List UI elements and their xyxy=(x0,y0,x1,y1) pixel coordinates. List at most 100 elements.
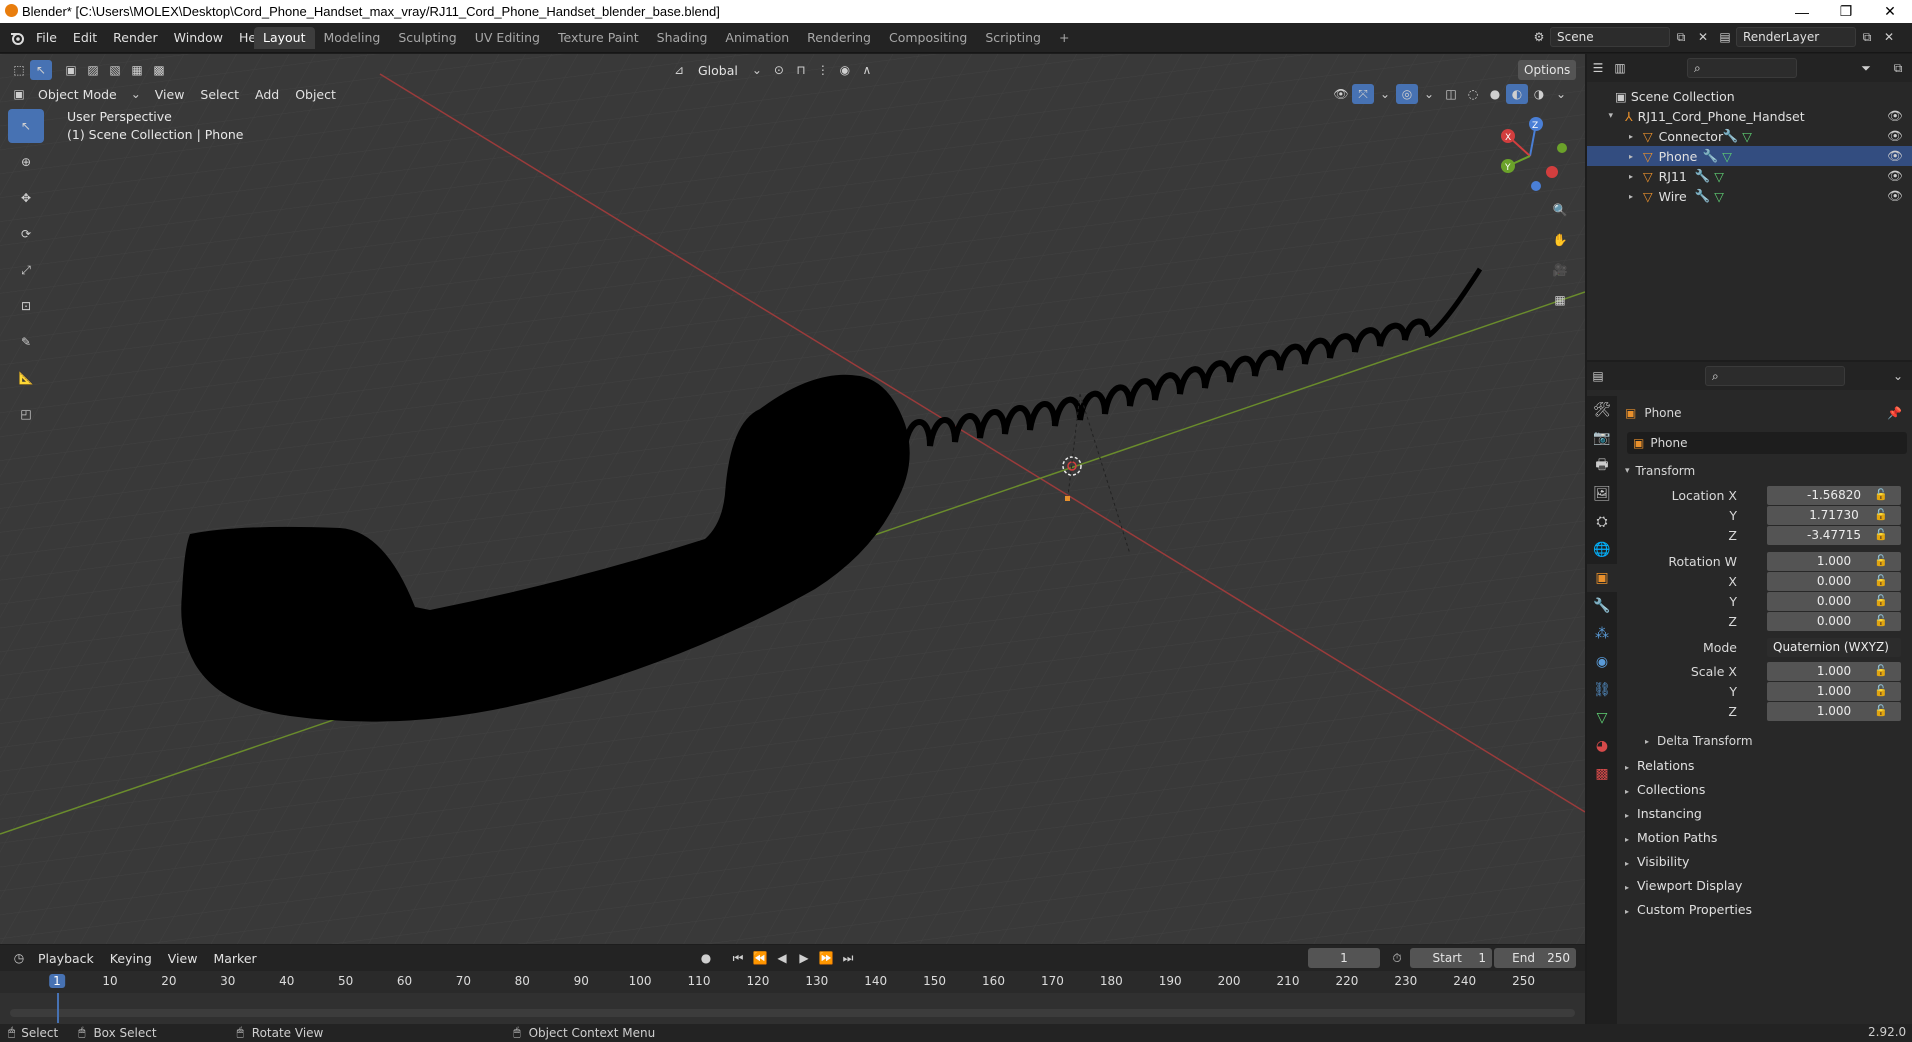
add-cube-tool[interactable]: ◰ xyxy=(8,397,44,431)
new-layer-icon[interactable]: ⧉ xyxy=(1856,27,1878,47)
eye-icon[interactable]: 👁 xyxy=(1887,188,1903,204)
viewport-menu-select[interactable]: Select xyxy=(192,87,247,102)
clock-icon[interactable]: ⏱ xyxy=(1386,948,1408,968)
pivot-point-icon[interactable]: ⊙ xyxy=(768,60,790,80)
play-reverse-icon[interactable]: ◀ xyxy=(771,948,793,968)
constraints-tab-icon[interactable]: ⛓ xyxy=(1587,676,1617,704)
end-frame-field[interactable]: End 250 xyxy=(1494,948,1576,968)
wireframe-shading-icon[interactable]: ◌ xyxy=(1462,84,1484,104)
lock-icon[interactable]: 🔓 xyxy=(1874,528,1888,541)
outliner-scene-collection[interactable]: ▣ Scene Collection xyxy=(1587,86,1912,106)
transform-orientation-icon[interactable]: ⊿ xyxy=(668,60,690,80)
outliner-object-row[interactable]: ▸ ▽ Connector 🔧 ▽ 👁 xyxy=(1587,126,1912,146)
menu-file[interactable]: File xyxy=(28,27,65,49)
section-custom-properties[interactable]: ▸ Custom Properties xyxy=(1625,902,1752,917)
rotation-mode-dropdown[interactable]: Quaternion (WXYZ) xyxy=(1767,638,1901,657)
outliner-editor-icon[interactable]: ☰ xyxy=(1587,58,1609,78)
scene-tab-icon[interactable]: ⛭ xyxy=(1587,508,1617,536)
select-mode-extend-icon[interactable]: ▨ xyxy=(82,60,104,80)
measure-tool[interactable]: 📐 xyxy=(8,361,44,395)
properties-editor-icon[interactable]: ▤ xyxy=(1587,366,1609,386)
data-tab-icon[interactable]: ▽ xyxy=(1587,704,1617,732)
display-mode-icon[interactable]: ▥ xyxy=(1609,58,1631,78)
world-tab-icon[interactable]: 🌐 xyxy=(1587,536,1617,564)
modifier-tab-icon[interactable]: 🔧 xyxy=(1587,592,1617,620)
visibility-icon[interactable]: 👁 xyxy=(1330,84,1352,104)
select-mode-intersect-icon[interactable]: ▩ xyxy=(148,60,170,80)
tool-tab-icon[interactable]: 🛠 xyxy=(1587,396,1617,424)
camera-icon[interactable]: 🎥 xyxy=(1548,256,1572,284)
scene-name-field[interactable]: Scene xyxy=(1550,27,1670,47)
add-workspace-button[interactable]: + xyxy=(1050,27,1078,49)
section-motion-paths[interactable]: ▸ Motion Paths xyxy=(1625,830,1717,845)
lock-icon[interactable]: 🔓 xyxy=(1874,554,1888,567)
outliner-search-input[interactable]: ⌕ xyxy=(1687,58,1797,78)
editor-type-icon[interactable]: ⬚ xyxy=(8,60,30,80)
lock-icon[interactable]: 🔓 xyxy=(1874,614,1888,627)
texture-tab-icon[interactable]: ▩ xyxy=(1587,760,1617,788)
scene-icon[interactable]: ⚙ xyxy=(1528,27,1550,47)
menu-edit[interactable]: Edit xyxy=(65,27,105,49)
record-icon[interactable]: ● xyxy=(695,948,717,968)
tab-uv-editing[interactable]: UV Editing xyxy=(466,27,549,49)
view-layer-tab-icon[interactable]: 🖼 xyxy=(1587,480,1617,508)
delete-scene-icon[interactable]: ✕ xyxy=(1692,27,1714,47)
eye-icon[interactable]: 👁 xyxy=(1887,128,1903,144)
viewport-menu-view[interactable]: View xyxy=(147,87,193,102)
material-tab-icon[interactable]: ◕ xyxy=(1587,732,1617,760)
transform-tool[interactable]: ⊡ xyxy=(8,289,44,323)
object-mode-icon[interactable]: ▣ xyxy=(8,84,30,104)
navigation-gizmo[interactable]: Z X Y xyxy=(1490,114,1570,194)
select-tool-icon[interactable]: ↖ xyxy=(30,60,52,80)
close-button[interactable]: ✕ xyxy=(1868,0,1912,23)
chevron-down-icon[interactable]: ⌄ xyxy=(1418,84,1440,104)
frame-ruler[interactable]: 1 10 20 30 40 50 60 70 80 90 100 110 120 130 140 150 160… xyxy=(0,971,1585,993)
outliner-object-row[interactable]: ▸ ▽ RJ11 🔧 ▽ 👁 xyxy=(1587,166,1912,186)
timeline-menu-marker[interactable]: Marker xyxy=(205,951,264,966)
timeline-menu-view[interactable]: View xyxy=(160,951,206,966)
material-shading-icon[interactable]: ◐ xyxy=(1506,84,1528,104)
proportional-edit-icon[interactable]: ◉ xyxy=(834,60,856,80)
section-collections[interactable]: ▸ Collections xyxy=(1625,782,1705,797)
render-tab-icon[interactable]: 📷 xyxy=(1587,424,1617,452)
lock-icon[interactable]: 🔓 xyxy=(1874,704,1888,717)
chevron-down-icon[interactable]: ⌄ xyxy=(746,60,768,80)
select-mode-subtract-icon[interactable]: ▧ xyxy=(104,60,126,80)
new-collection-icon[interactable]: ⧉ xyxy=(1887,58,1909,78)
gizmo-toggle-icon[interactable]: ⤧ xyxy=(1352,84,1374,104)
tab-sculpting[interactable]: Sculpting xyxy=(389,27,465,49)
filter-icon[interactable]: ⏷ xyxy=(1855,58,1877,78)
eye-icon[interactable]: 👁 xyxy=(1887,148,1903,164)
delete-layer-icon[interactable]: ✕ xyxy=(1878,27,1900,47)
viewport-menu-object[interactable]: Object xyxy=(287,87,344,102)
jump-end-icon[interactable]: ⏭ xyxy=(837,948,859,968)
lock-icon[interactable]: 🔓 xyxy=(1874,574,1888,587)
rotate-tool[interactable]: ⟳ xyxy=(8,217,44,251)
render-layer-field[interactable]: RenderLayer xyxy=(1736,27,1856,47)
menu-window[interactable]: Window xyxy=(166,27,231,49)
viewport-scene-canvas[interactable] xyxy=(0,54,1585,944)
tab-shading[interactable]: Shading xyxy=(648,27,717,49)
select-mode-new-icon[interactable]: ▣ xyxy=(60,60,82,80)
section-visibility[interactable]: ▸ Visibility xyxy=(1625,854,1689,869)
perspective-grid-icon[interactable]: ▦ xyxy=(1548,286,1572,314)
annotate-tool[interactable]: ✎ xyxy=(8,325,44,359)
overlay-toggle-icon[interactable]: ◎ xyxy=(1396,84,1418,104)
tab-texture-paint[interactable]: Texture Paint xyxy=(549,27,648,49)
xray-icon[interactable]: ◫ xyxy=(1440,84,1462,104)
zoom-icon[interactable]: 🔍 xyxy=(1548,196,1572,224)
eye-icon[interactable]: 👁 xyxy=(1887,168,1903,184)
tab-scripting[interactable]: Scripting xyxy=(976,27,1050,49)
lock-icon[interactable]: 🔓 xyxy=(1874,508,1888,521)
maximize-button[interactable]: ❐ xyxy=(1824,0,1868,23)
timeline-menu-playback[interactable]: Playback xyxy=(30,951,102,966)
falloff-icon[interactable]: ∧ xyxy=(856,60,878,80)
tab-rendering[interactable]: Rendering xyxy=(798,27,880,49)
section-instancing[interactable]: ▸ Instancing xyxy=(1625,806,1702,821)
timeline-menu-keying[interactable]: Keying xyxy=(102,951,160,966)
select-mode-invert-icon[interactable]: ▦ xyxy=(126,60,148,80)
scale-tool[interactable]: ⤢ xyxy=(8,253,44,287)
eye-icon[interactable]: 👁 xyxy=(1887,108,1903,124)
orientation-dropdown[interactable]: Global xyxy=(690,63,746,78)
timeline-scrollbar[interactable] xyxy=(10,1009,1575,1017)
